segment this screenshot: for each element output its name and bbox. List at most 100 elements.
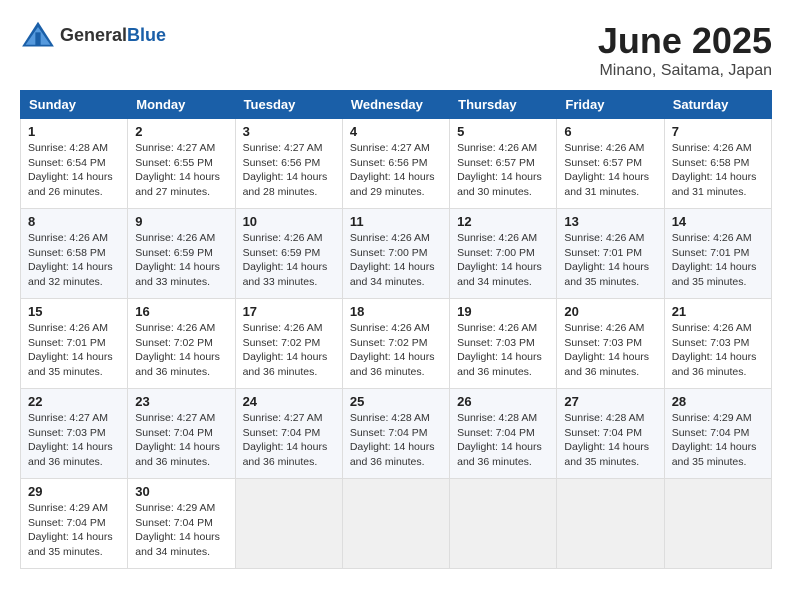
weekday-header: Friday xyxy=(557,91,664,119)
day-info: Sunrise: 4:26 AM Sunset: 7:01 PM Dayligh… xyxy=(564,231,656,290)
calendar-week-row: 29 Sunrise: 4:29 AM Sunset: 7:04 PM Dayl… xyxy=(21,479,772,569)
day-number: 17 xyxy=(243,304,335,319)
day-info: Sunrise: 4:28 AM Sunset: 7:04 PM Dayligh… xyxy=(564,411,656,470)
calendar-day-cell xyxy=(450,479,557,569)
day-info: Sunrise: 4:26 AM Sunset: 6:59 PM Dayligh… xyxy=(243,231,335,290)
calendar-day-cell: 29 Sunrise: 4:29 AM Sunset: 7:04 PM Dayl… xyxy=(21,479,128,569)
day-number: 11 xyxy=(350,214,442,229)
calendar-day-cell: 22 Sunrise: 4:27 AM Sunset: 7:03 PM Dayl… xyxy=(21,389,128,479)
day-number: 4 xyxy=(350,124,442,139)
day-number: 9 xyxy=(135,214,227,229)
day-number: 29 xyxy=(28,484,120,499)
logo: General Blue xyxy=(20,20,166,50)
calendar-day-cell xyxy=(235,479,342,569)
day-info: Sunrise: 4:27 AM Sunset: 7:04 PM Dayligh… xyxy=(135,411,227,470)
day-number: 22 xyxy=(28,394,120,409)
calendar-day-cell: 23 Sunrise: 4:27 AM Sunset: 7:04 PM Dayl… xyxy=(128,389,235,479)
day-info: Sunrise: 4:26 AM Sunset: 7:03 PM Dayligh… xyxy=(564,321,656,380)
day-info: Sunrise: 4:27 AM Sunset: 6:56 PM Dayligh… xyxy=(243,141,335,200)
day-number: 27 xyxy=(564,394,656,409)
day-number: 20 xyxy=(564,304,656,319)
day-info: Sunrise: 4:26 AM Sunset: 7:01 PM Dayligh… xyxy=(28,321,120,380)
day-number: 18 xyxy=(350,304,442,319)
day-number: 19 xyxy=(457,304,549,319)
weekday-header: Thursday xyxy=(450,91,557,119)
day-info: Sunrise: 4:27 AM Sunset: 7:03 PM Dayligh… xyxy=(28,411,120,470)
calendar-table: SundayMondayTuesdayWednesdayThursdayFrid… xyxy=(20,90,772,569)
calendar-day-cell: 5 Sunrise: 4:26 AM Sunset: 6:57 PM Dayli… xyxy=(450,119,557,209)
calendar-day-cell: 30 Sunrise: 4:29 AM Sunset: 7:04 PM Dayl… xyxy=(128,479,235,569)
page-header: General Blue June 2025 Minano, Saitama, … xyxy=(20,20,772,80)
calendar-week-row: 8 Sunrise: 4:26 AM Sunset: 6:58 PM Dayli… xyxy=(21,209,772,299)
calendar-week-row: 1 Sunrise: 4:28 AM Sunset: 6:54 PM Dayli… xyxy=(21,119,772,209)
day-number: 24 xyxy=(243,394,335,409)
day-info: Sunrise: 4:26 AM Sunset: 7:00 PM Dayligh… xyxy=(457,231,549,290)
day-info: Sunrise: 4:27 AM Sunset: 7:04 PM Dayligh… xyxy=(243,411,335,470)
calendar-day-cell: 25 Sunrise: 4:28 AM Sunset: 7:04 PM Dayl… xyxy=(342,389,449,479)
calendar-day-cell xyxy=(342,479,449,569)
day-info: Sunrise: 4:26 AM Sunset: 7:01 PM Dayligh… xyxy=(672,231,764,290)
day-info: Sunrise: 4:26 AM Sunset: 6:58 PM Dayligh… xyxy=(28,231,120,290)
day-number: 28 xyxy=(672,394,764,409)
day-number: 30 xyxy=(135,484,227,499)
calendar-day-cell xyxy=(664,479,771,569)
calendar-day-cell: 21 Sunrise: 4:26 AM Sunset: 7:03 PM Dayl… xyxy=(664,299,771,389)
calendar-day-cell: 11 Sunrise: 4:26 AM Sunset: 7:00 PM Dayl… xyxy=(342,209,449,299)
month-title: June 2025 xyxy=(598,20,772,62)
location-title: Minano, Saitama, Japan xyxy=(598,62,772,80)
day-info: Sunrise: 4:28 AM Sunset: 6:54 PM Dayligh… xyxy=(28,141,120,200)
day-number: 8 xyxy=(28,214,120,229)
day-info: Sunrise: 4:26 AM Sunset: 7:02 PM Dayligh… xyxy=(243,321,335,380)
logo-blue: Blue xyxy=(127,25,166,46)
day-number: 14 xyxy=(672,214,764,229)
day-info: Sunrise: 4:26 AM Sunset: 6:58 PM Dayligh… xyxy=(672,141,764,200)
day-info: Sunrise: 4:26 AM Sunset: 6:57 PM Dayligh… xyxy=(457,141,549,200)
calendar-day-cell: 28 Sunrise: 4:29 AM Sunset: 7:04 PM Dayl… xyxy=(664,389,771,479)
day-info: Sunrise: 4:27 AM Sunset: 6:56 PM Dayligh… xyxy=(350,141,442,200)
calendar-day-cell: 7 Sunrise: 4:26 AM Sunset: 6:58 PM Dayli… xyxy=(664,119,771,209)
day-number: 7 xyxy=(672,124,764,139)
day-info: Sunrise: 4:29 AM Sunset: 7:04 PM Dayligh… xyxy=(672,411,764,470)
calendar-day-cell: 4 Sunrise: 4:27 AM Sunset: 6:56 PM Dayli… xyxy=(342,119,449,209)
calendar-day-cell: 12 Sunrise: 4:26 AM Sunset: 7:00 PM Dayl… xyxy=(450,209,557,299)
weekday-header: Saturday xyxy=(664,91,771,119)
day-info: Sunrise: 4:28 AM Sunset: 7:04 PM Dayligh… xyxy=(350,411,442,470)
day-number: 12 xyxy=(457,214,549,229)
day-info: Sunrise: 4:29 AM Sunset: 7:04 PM Dayligh… xyxy=(135,501,227,560)
calendar-day-cell: 1 Sunrise: 4:28 AM Sunset: 6:54 PM Dayli… xyxy=(21,119,128,209)
calendar-day-cell: 3 Sunrise: 4:27 AM Sunset: 6:56 PM Dayli… xyxy=(235,119,342,209)
calendar-day-cell: 26 Sunrise: 4:28 AM Sunset: 7:04 PM Dayl… xyxy=(450,389,557,479)
calendar-day-cell: 15 Sunrise: 4:26 AM Sunset: 7:01 PM Dayl… xyxy=(21,299,128,389)
weekday-header: Monday xyxy=(128,91,235,119)
calendar-week-row: 15 Sunrise: 4:26 AM Sunset: 7:01 PM Dayl… xyxy=(21,299,772,389)
calendar-day-cell: 18 Sunrise: 4:26 AM Sunset: 7:02 PM Dayl… xyxy=(342,299,449,389)
day-number: 15 xyxy=(28,304,120,319)
day-info: Sunrise: 4:26 AM Sunset: 7:00 PM Dayligh… xyxy=(350,231,442,290)
day-info: Sunrise: 4:26 AM Sunset: 6:59 PM Dayligh… xyxy=(135,231,227,290)
logo-text: General Blue xyxy=(60,25,166,46)
day-info: Sunrise: 4:26 AM Sunset: 7:03 PM Dayligh… xyxy=(672,321,764,380)
calendar-day-cell: 27 Sunrise: 4:28 AM Sunset: 7:04 PM Dayl… xyxy=(557,389,664,479)
calendar-day-cell: 24 Sunrise: 4:27 AM Sunset: 7:04 PM Dayl… xyxy=(235,389,342,479)
calendar-day-cell: 16 Sunrise: 4:26 AM Sunset: 7:02 PM Dayl… xyxy=(128,299,235,389)
day-info: Sunrise: 4:29 AM Sunset: 7:04 PM Dayligh… xyxy=(28,501,120,560)
day-info: Sunrise: 4:26 AM Sunset: 7:03 PM Dayligh… xyxy=(457,321,549,380)
calendar-day-cell: 19 Sunrise: 4:26 AM Sunset: 7:03 PM Dayl… xyxy=(450,299,557,389)
weekday-header: Sunday xyxy=(21,91,128,119)
calendar-week-row: 22 Sunrise: 4:27 AM Sunset: 7:03 PM Dayl… xyxy=(21,389,772,479)
weekday-header-row: SundayMondayTuesdayWednesdayThursdayFrid… xyxy=(21,91,772,119)
day-number: 26 xyxy=(457,394,549,409)
day-number: 25 xyxy=(350,394,442,409)
calendar-day-cell: 2 Sunrise: 4:27 AM Sunset: 6:55 PM Dayli… xyxy=(128,119,235,209)
day-number: 21 xyxy=(672,304,764,319)
calendar-day-cell: 8 Sunrise: 4:26 AM Sunset: 6:58 PM Dayli… xyxy=(21,209,128,299)
calendar-day-cell: 9 Sunrise: 4:26 AM Sunset: 6:59 PM Dayli… xyxy=(128,209,235,299)
day-number: 2 xyxy=(135,124,227,139)
day-info: Sunrise: 4:26 AM Sunset: 7:02 PM Dayligh… xyxy=(135,321,227,380)
day-number: 10 xyxy=(243,214,335,229)
calendar-day-cell: 6 Sunrise: 4:26 AM Sunset: 6:57 PM Dayli… xyxy=(557,119,664,209)
day-number: 13 xyxy=(564,214,656,229)
day-number: 1 xyxy=(28,124,120,139)
day-number: 6 xyxy=(564,124,656,139)
day-info: Sunrise: 4:28 AM Sunset: 7:04 PM Dayligh… xyxy=(457,411,549,470)
